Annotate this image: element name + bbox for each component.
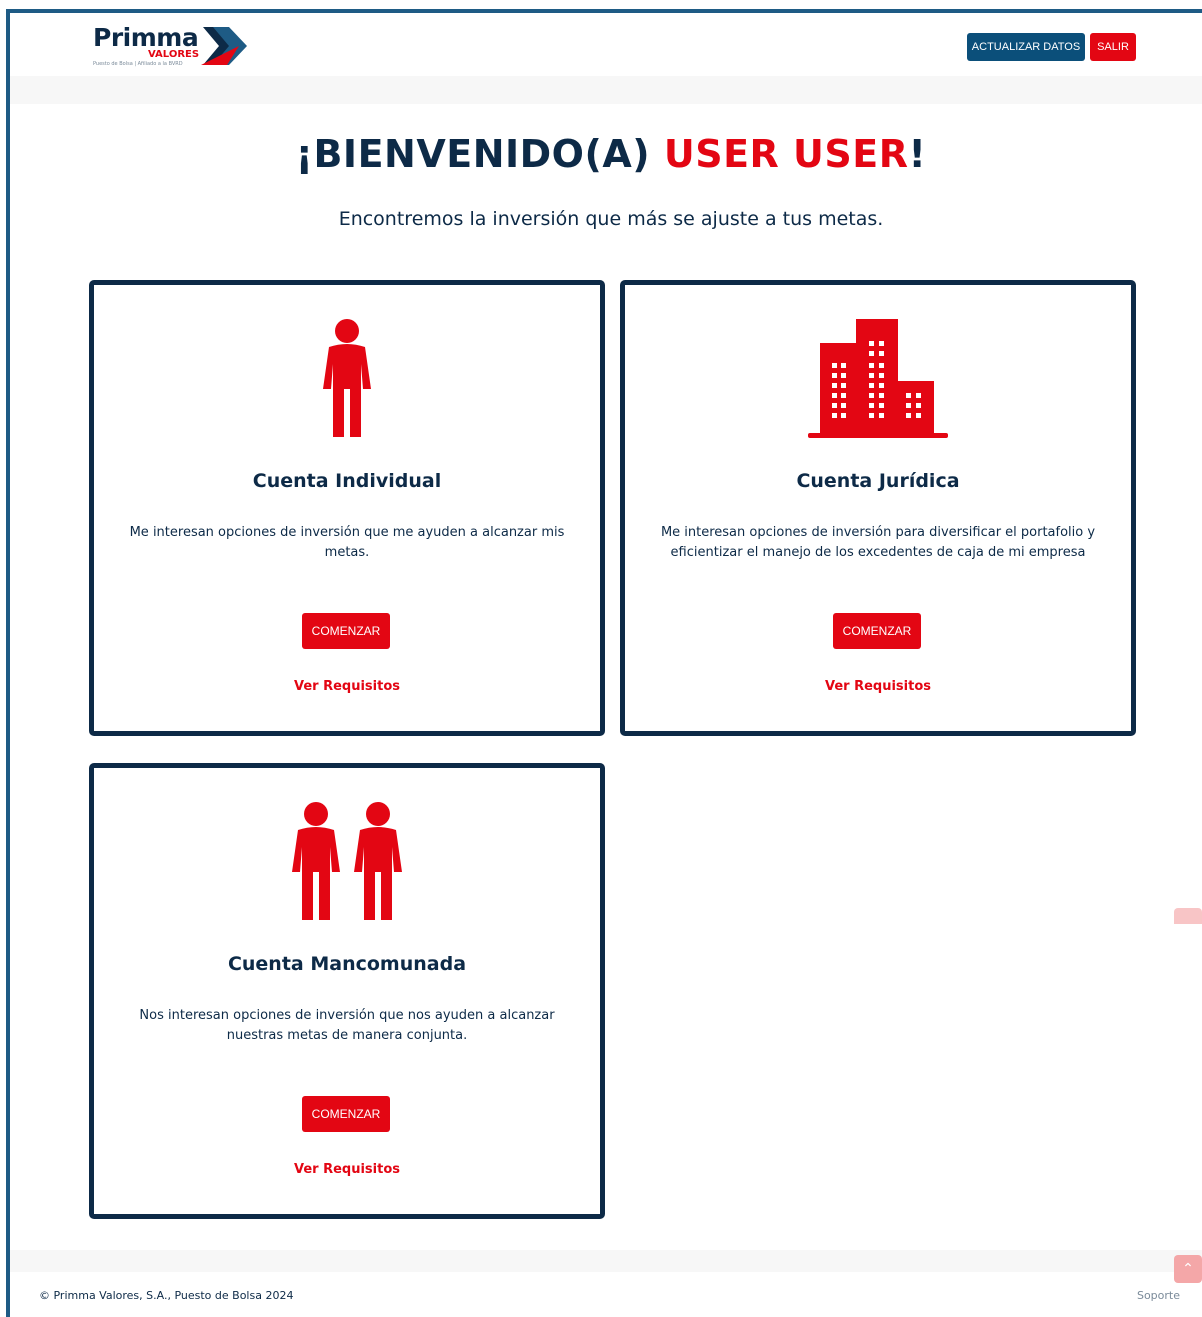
chevron-up-icon: ⌃ — [1182, 1261, 1194, 1277]
logout-button[interactable]: SALIR — [1090, 33, 1136, 61]
page-top-margin — [0, 0, 1202, 9]
footer-band — [10, 1250, 1202, 1272]
card-individual-title: Cuenta Individual — [252, 470, 442, 492]
update-data-button[interactable]: ACTUALIZAR DATOS — [967, 33, 1085, 61]
person-icon — [323, 319, 371, 437]
card-individual-description: Me interesan opciones de inversión que m… — [129, 525, 565, 560]
requirements-individual-link[interactable]: Ver Requisitos — [94, 679, 600, 694]
support-link[interactable]: Soporte — [1137, 1289, 1180, 1302]
card-individual-icon-wrap — [94, 319, 600, 441]
card-individual: Cuenta Individual Me interesan opciones … — [89, 280, 605, 736]
welcome-prefix: ¡BIENVENIDO(A) — [295, 132, 664, 176]
page-title: ¡BIENVENIDO(A) USER USER! — [0, 132, 1202, 176]
welcome-suffix: ! — [908, 132, 927, 176]
logo-subtitle: VALORES — [148, 49, 200, 60]
requirements-juridica-link[interactable]: Ver Requisitos — [625, 679, 1131, 694]
user-name: USER USER — [663, 132, 909, 176]
card-juridica: Cuenta Jurídica Me interesan opciones de… — [620, 280, 1136, 736]
card-juridica-description: Me interesan opciones de inversión para … — [660, 525, 1096, 560]
card-juridica-title: Cuenta Jurídica — [796, 470, 960, 492]
header-band — [10, 76, 1202, 104]
two-persons-icon — [292, 802, 402, 920]
copyright-text: © Primma Valores, S.A., Puesto de Bolsa … — [39, 1289, 294, 1302]
scroll-to-top-button[interactable]: ⌃ — [1174, 1255, 1202, 1283]
footer: © Primma Valores, S.A., Puesto de Bolsa … — [10, 1272, 1202, 1317]
top-header: Primma VALORES Puesto de Bolsa | Afiliad… — [10, 13, 1202, 76]
card-mancomunada: Cuenta Mancomunada Nos interesan opcione… — [89, 763, 605, 1219]
floating-scroll-button-partial[interactable] — [1174, 908, 1202, 924]
logo-wordmark: Primma — [93, 23, 199, 52]
window-border-left — [6, 9, 10, 1317]
logo-tagline: Puesto de Bolsa | Afiliado a la BVRD — [93, 61, 183, 67]
card-mancomunada-title: Cuenta Mancomunada — [227, 953, 467, 975]
card-juridica-icon-wrap — [625, 319, 1131, 439]
logo-arrow-icon — [201, 27, 247, 65]
start-individual-button[interactable]: COMENZAR — [302, 613, 390, 649]
requirements-mancomunada-link[interactable]: Ver Requisitos — [94, 1162, 600, 1177]
start-mancomunada-button[interactable]: COMENZAR — [302, 1096, 390, 1132]
card-mancomunada-icon-wrap — [94, 802, 600, 924]
primma-logo[interactable]: Primma VALORES Puesto de Bolsa | Afiliad… — [93, 23, 263, 71]
page-subtitle: Encontremos la inversión que más se ajus… — [338, 208, 884, 230]
buildings-icon — [808, 319, 948, 438]
card-mancomunada-description: Nos interesan opciones de inversión que … — [139, 1008, 555, 1043]
start-juridica-button[interactable]: COMENZAR — [833, 613, 921, 649]
